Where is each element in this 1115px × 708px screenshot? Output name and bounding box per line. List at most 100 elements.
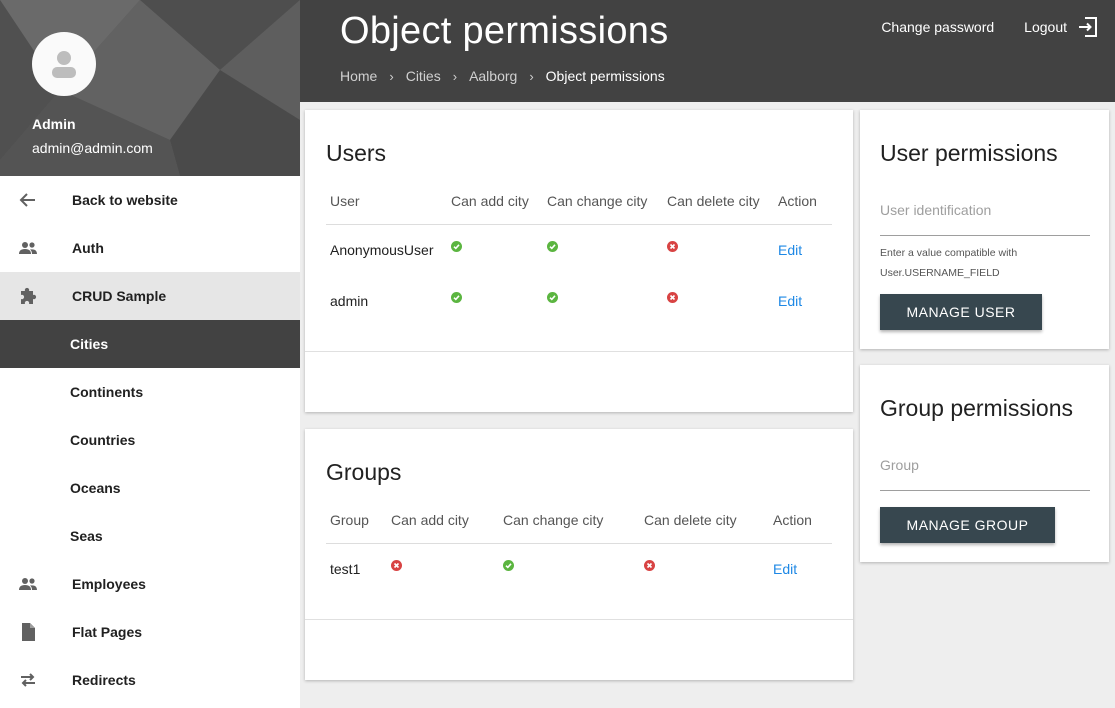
hint-line: User.USERNAME_FIELD [880,267,1000,279]
sidebar-item-employees[interactable]: Employees [0,560,300,608]
logout-button[interactable]: Logout [1024,16,1099,38]
column-header: Can change city [499,497,640,544]
sidebar-item-label: CRUD Sample [72,288,167,304]
sidebar-item-crud-sample[interactable]: CRUD Sample [0,272,300,320]
action-cell: Edit [774,275,832,326]
sidebar-menu: Back to website Auth CRUD Sample Cities … [0,176,300,704]
user-identification-placeholder: User identification [880,202,992,218]
column-header: Can add city [387,497,499,544]
sidebar-item-flat-pages[interactable]: Flat Pages [0,608,300,656]
breadcrumb-home[interactable]: Home [340,68,377,84]
manage-group-button[interactable]: MANAGE GROUP [880,507,1055,543]
edit-link[interactable]: Edit [773,561,797,577]
sidebar-item-label: Cities [70,336,109,352]
hint-line: Enter a value compatible with [880,247,1018,259]
breadcrumb-current: Object permissions [545,68,665,84]
table-header-row: User Can add city Can change city Can de… [326,178,832,225]
sidebar-item-redirects[interactable]: Redirects [0,656,300,704]
sidebar-item-continents[interactable]: Continents [0,368,300,416]
sidebar-item-back-to-website[interactable]: Back to website [0,176,300,224]
check-circle-icon [547,240,558,252]
sidebar-item-label: Seas [70,528,103,544]
breadcrumb-aalborg[interactable]: Aalborg [469,68,517,84]
divider [305,351,853,352]
check-circle-icon [451,291,462,303]
sidebar-item-label: Oceans [70,480,121,496]
file-icon [22,623,35,641]
permission-cell [499,543,640,594]
check-circle-icon [503,559,514,571]
group-placeholder: Group [880,457,919,473]
logout-label: Logout [1024,19,1067,35]
cancel-circle-icon [644,559,655,571]
sidebar-item-label: Redirects [72,672,136,688]
sidebar-item-label: Flat Pages [72,624,143,640]
column-header: User [326,178,447,225]
sidebar-item-label: Countries [70,432,136,448]
row-name: test1 [330,560,361,577]
sidebar-item-countries[interactable]: Countries [0,416,300,464]
sidebar-item-seas[interactable]: Seas [0,512,300,560]
sidebar-item-label: Back to website [72,192,178,208]
change-password-link[interactable]: Change password [881,19,994,35]
check-circle-icon [547,291,558,303]
puzzle-icon [21,287,37,304]
people-icon [19,578,37,590]
person-icon [52,51,76,78]
groups-table: Group Can add city Can change city Can d… [326,497,832,594]
check-circle-icon [451,240,462,252]
column-header: Action [774,178,832,225]
page-title: Object permissions [340,10,669,52]
group-field[interactable]: Group [880,457,1090,491]
users-table: User Can add city Can change city Can de… [326,178,832,326]
edit-link[interactable]: Edit [778,242,802,258]
user-permissions-title: User permissions [880,140,1058,166]
user-field-hint: Enter a value compatible with User.USERN… [880,243,1017,283]
table-row: AnonymousUser Edit [326,224,832,275]
permission-cell [387,543,499,594]
permission-cell [447,275,543,326]
user-identification-field[interactable]: User identification [880,202,1090,236]
table-row: test1 Edit [326,543,832,594]
users-card-title: Users [326,140,387,166]
group-permissions-title: Group permissions [880,395,1074,421]
permission-cell [663,224,774,275]
permission-cell [543,224,663,275]
sidebar-item-label: Continents [70,384,144,400]
column-header: Group [326,497,387,544]
people-icon [19,242,37,254]
chevron-right-icon: › [529,68,534,84]
column-header: Can delete city [663,178,774,225]
action-cell: Edit [769,543,832,594]
user-permissions-card: User permissions User identification Ent… [860,110,1109,349]
action-cell: Edit [774,224,832,275]
column-header: Action [769,497,832,544]
breadcrumb: Home › Cities › Aalborg › Object permiss… [340,68,665,84]
groups-card-title: Groups [326,459,402,485]
top-header: Object permissions Home › Cities › Aalbo… [300,0,1115,102]
chevron-right-icon: › [389,68,394,84]
breadcrumb-cities[interactable]: Cities [406,68,441,84]
cancel-circle-icon [667,291,678,303]
permission-cell [447,224,543,275]
chevron-right-icon: › [452,68,458,84]
groups-card: Groups Group Can add city Can change cit… [305,429,853,680]
edit-link[interactable]: Edit [778,293,802,309]
avatar[interactable] [32,32,96,96]
profile-email: admin@admin.com [32,140,153,156]
table-row: admin Edit [326,275,832,326]
cancel-circle-icon [667,240,678,252]
sidebar-item-auth[interactable]: Auth [0,224,300,272]
sidebar-item-oceans[interactable]: Oceans [0,464,300,512]
swap-icon [21,673,35,687]
sidebar: Admin admin@admin.com Back to website Au… [0,0,300,708]
profile-header: Admin admin@admin.com [0,0,300,176]
sidebar-item-cities[interactable]: Cities [0,320,300,368]
column-header: Can add city [447,178,543,225]
profile-name: Admin [32,116,76,132]
manage-user-button[interactable]: MANAGE USER [880,294,1042,330]
column-header: Can change city [543,178,663,225]
row-name: AnonymousUser [330,241,434,258]
cancel-circle-icon [391,559,402,571]
table-header-row: Group Can add city Can change city Can d… [326,497,832,544]
